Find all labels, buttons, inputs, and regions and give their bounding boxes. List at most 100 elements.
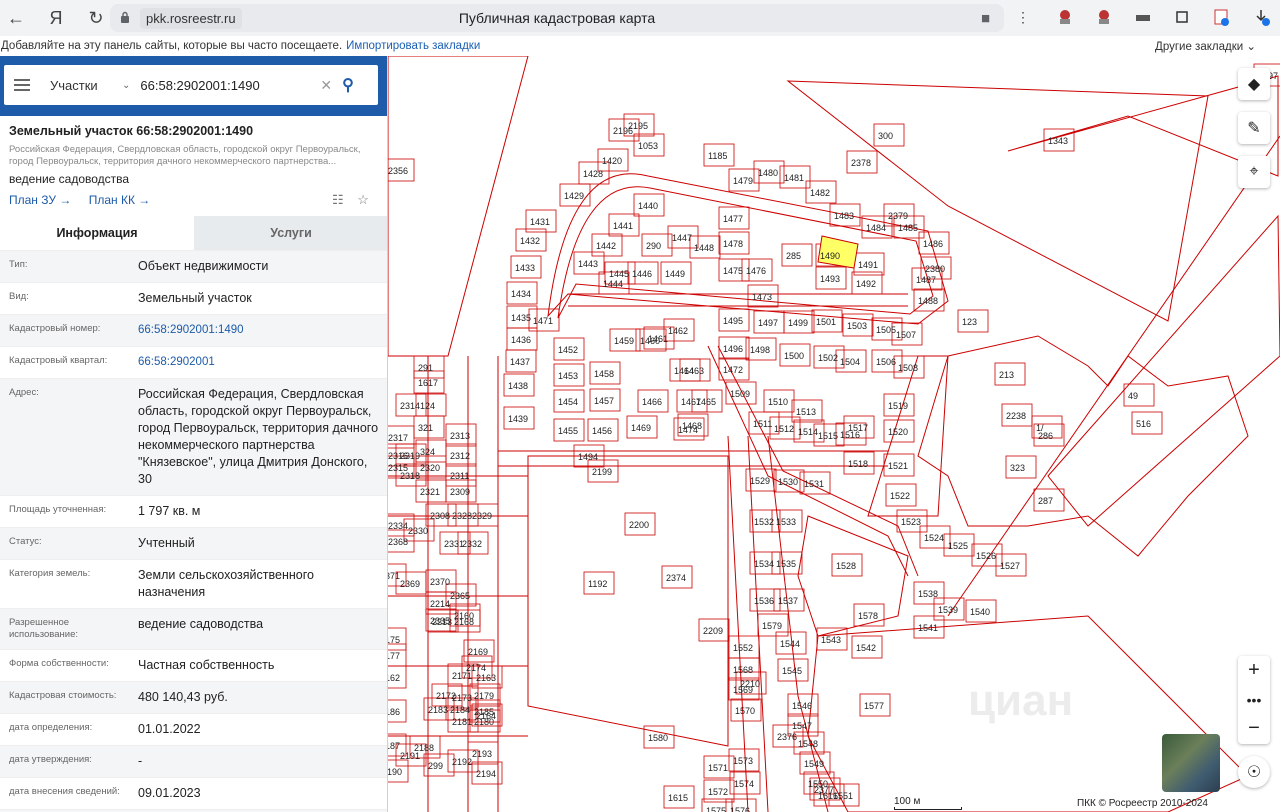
parcel-label: 2377	[814, 785, 834, 795]
parcel-label: 2316	[388, 451, 408, 461]
address-bar[interactable]: pkk.rosreestr.ru Публичная кадастровая к…	[110, 4, 1004, 32]
url-host[interactable]: pkk.rosreestr.ru	[140, 7, 242, 29]
zoom-to-icon[interactable]: ☷	[332, 192, 344, 207]
menu-dots-icon[interactable]: ⋮	[1012, 6, 1034, 28]
parcel-label: 2193	[472, 749, 492, 759]
search-input[interactable]: 66:58:2902001:1490	[140, 78, 310, 93]
info-row-key: дата утверждения:	[9, 754, 92, 765]
copyright: ПКК © Росреестр 2010-2024	[1077, 798, 1208, 809]
parcel-map-svg[interactable]: 300 1343 2356 1185 1479 1480 1481 1482 1483 1484 1…	[388, 56, 1280, 812]
import-bookmarks-link[interactable]: Импортировать закладки	[346, 40, 480, 52]
search-icon[interactable]: ⚲	[342, 75, 354, 95]
parcel-label: 1490	[820, 251, 840, 261]
info-row: Кадастровый номер: 66:58:2902001:1490	[0, 314, 387, 346]
other-bookmarks[interactable]: Другие закладки ⌄	[1155, 39, 1256, 53]
parcel-label: 1545	[782, 666, 802, 676]
back-icon[interactable]: ←	[2, 4, 30, 32]
parcel-label: 1539	[938, 605, 958, 615]
parcel-label: 1434	[511, 289, 531, 299]
parcel-label: 1546	[792, 701, 812, 711]
parcel-label: 2330	[408, 526, 428, 536]
parcel-label: 1574	[734, 779, 754, 789]
measure-button[interactable]: ✎	[1238, 112, 1270, 144]
reload-icon[interactable]: ↻	[82, 4, 110, 32]
star-icon[interactable]: ☆	[357, 192, 369, 207]
info-row-key: Тип:	[9, 259, 28, 270]
parcel-label: 1441	[613, 221, 633, 231]
parcel-label: 1192	[588, 579, 607, 589]
parcel-label: 1577	[864, 701, 884, 711]
chevron-down-icon[interactable]: ⌄	[122, 80, 130, 91]
compass-icon: ☉	[1246, 764, 1262, 781]
parcel-label: 123	[962, 317, 977, 327]
parcel-label: 1471	[533, 316, 553, 326]
parcel-label: 1439	[508, 414, 528, 424]
parcel-label: 2187	[388, 741, 400, 751]
info-row-key: Кадастровая стоимость:	[9, 690, 117, 701]
parcel-label: 1488	[918, 296, 938, 306]
yandex-icon[interactable]: Я	[42, 4, 70, 32]
parcel-label: 1479	[733, 176, 753, 186]
type-select[interactable]: Участки	[50, 78, 120, 93]
parcel-label: 2162	[388, 673, 400, 683]
extension-icon[interactable]	[1132, 6, 1154, 28]
info-row-value[interactable]: 66:58:2902001:1490	[138, 315, 379, 346]
info-row-key: Адрес:	[9, 387, 39, 398]
parcel-label: 2238	[1006, 411, 1026, 421]
parcel-label: 2200	[629, 520, 649, 530]
parcel-label: 2378	[851, 158, 871, 168]
parcel-label: 299	[428, 761, 443, 771]
parcel-label: 1524	[924, 533, 944, 543]
parcel-label: 1428	[583, 169, 603, 179]
pdf-icon[interactable]	[1210, 6, 1232, 28]
info-row-value[interactable]: 66:58:2902001	[138, 347, 379, 378]
parcel-label: 2210	[740, 679, 760, 689]
download-icon[interactable]	[1250, 6, 1272, 28]
plan-kk-link[interactable]: План КК →	[89, 193, 151, 207]
parcel-label: 2332	[462, 539, 482, 549]
parcel-label: 1580	[648, 733, 668, 743]
parcel-label: 1519	[888, 401, 908, 411]
info-row: Площадь уточненная: 1 797 кв. м	[0, 495, 387, 527]
clear-icon[interactable]: ✕	[320, 77, 332, 94]
parcel-label: 1552	[733, 643, 753, 653]
parcel-label: 2184	[450, 705, 470, 715]
info-row-key: дата определения:	[9, 722, 93, 733]
zoom-out-button[interactable]: −	[1238, 714, 1270, 743]
layers-button[interactable]: ◆	[1238, 68, 1270, 100]
parcel-label: 1487	[916, 275, 936, 285]
parcel-label: 2199	[592, 467, 612, 477]
minimap[interactable]	[1162, 734, 1220, 792]
parcel-label: 1568	[733, 665, 753, 675]
parcel-label: 2317	[388, 433, 408, 443]
parcel-label: 1542	[856, 643, 876, 653]
menu-icon[interactable]	[14, 76, 30, 94]
parcel-label: 2365	[450, 591, 470, 601]
tab-info[interactable]: Информация	[0, 216, 194, 250]
parcel-label: 2334	[388, 521, 408, 531]
parcel-label: 1435	[511, 313, 531, 323]
compass-button[interactable]: ☉	[1238, 756, 1270, 788]
parcel-label: 1548	[798, 739, 818, 749]
parcel-label: 1453	[558, 371, 578, 381]
more-icon[interactable]: •••	[1238, 685, 1270, 714]
info-table: Тип: Объект недвижимости Вид: Земельный уча…	[0, 250, 387, 812]
parcel-label: 1497	[758, 318, 778, 328]
extension-icon[interactable]	[1093, 6, 1115, 28]
search-box: Участки ⌄ 66:58:2902001:1490 ✕ ⚲	[4, 65, 378, 105]
zoom-in-button[interactable]: +	[1238, 656, 1270, 685]
parcel-label: 1505	[876, 325, 896, 335]
layers-icon: ◆	[1247, 76, 1261, 93]
parcel-label: 1572	[708, 787, 728, 797]
parcel-label: 1459	[614, 336, 634, 346]
tab-services[interactable]: Услуги	[194, 216, 387, 250]
cadastral-map[interactable]: 300 1343 2356 1185 1479 1480 1481 1482 1483 1484 1…	[388, 56, 1280, 812]
bookmark-icon[interactable]: ■	[981, 10, 990, 27]
plan-zu-link[interactable]: План ЗУ →	[9, 193, 71, 207]
locate-button[interactable]: ⌖	[1238, 156, 1270, 188]
parcel-label: 1522	[890, 491, 910, 501]
parcel-label: 2213	[432, 617, 452, 627]
extension-icon[interactable]	[1171, 6, 1193, 28]
extension-icon[interactable]	[1054, 6, 1076, 28]
parcel-label: 1445	[609, 269, 629, 279]
